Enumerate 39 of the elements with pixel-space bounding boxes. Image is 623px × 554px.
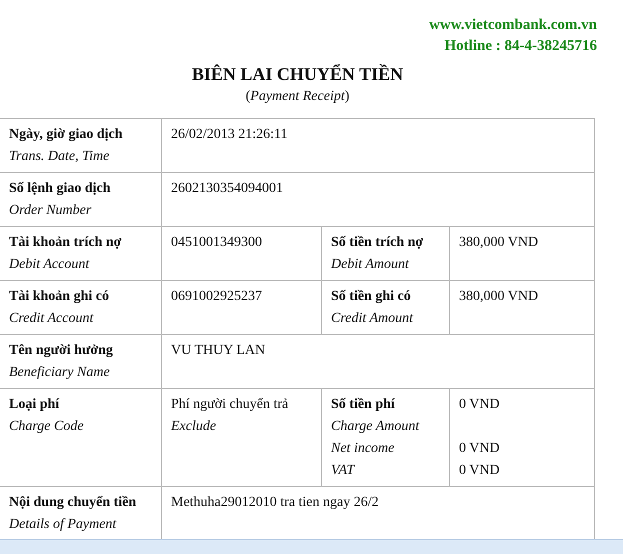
label-vi: Số lệnh giao dịch [9, 180, 112, 198]
value-text: 0451001349300 [171, 234, 263, 252]
label-vi: Loại phí [9, 396, 60, 414]
label-en: Charge Amount [331, 418, 420, 436]
label-en: VAT [331, 462, 356, 480]
value-text: 0691002925237 [171, 288, 263, 306]
label-vi: Số tiền phí [331, 396, 396, 414]
label-en: Charge Code [9, 418, 85, 436]
label-vi: Tên người hưởng [9, 342, 114, 360]
label-vi: Ngày, giờ giao dịch [9, 126, 124, 144]
label-en: Details of Payment [9, 516, 118, 534]
value-text: 380,000 VND [459, 234, 540, 252]
value-en: Exclude [171, 418, 218, 436]
label-en: Debit Account [9, 256, 90, 274]
value-text: Methuha29012010 tra tien ngay 26/2 [171, 494, 380, 512]
hotline-text: Hotline : 84-4-38245716 [444, 37, 597, 56]
label-en: Order Number [9, 202, 92, 220]
label-en: Credit Account [9, 310, 95, 328]
label-en: Net income [331, 440, 396, 458]
value-text: 2602130354094001 [171, 180, 284, 198]
label-vi: Tài khoản trích nợ [9, 234, 122, 252]
label-en: Credit Amount [331, 310, 414, 328]
label-en: Debit Amount [331, 256, 410, 274]
receipt-subtitle: (Payment Receipt) [244, 88, 350, 106]
label-en: Trans. Date, Time [9, 148, 110, 166]
label-en: Beneficiary Name [9, 364, 111, 382]
label-vi: Số tiền trích nợ [331, 234, 424, 252]
label-vi: Số tiền ghi có [331, 288, 412, 306]
value-text: Phí người chuyển trả [171, 396, 290, 414]
receipt-title: BIÊN LAI CHUYỂN TIỀN [190, 63, 404, 86]
value-text: 26/02/2013 21:26:11 [171, 126, 289, 144]
website-link[interactable]: www.vietcombank.com.vn [429, 15, 597, 36]
label-vi: Nội dung chuyển tiền [9, 494, 138, 512]
label-vi: Tài khoản ghi có [9, 288, 110, 306]
value-text: 0 VND [459, 440, 501, 458]
value-text: 0 VND [459, 462, 501, 480]
value-text: 380,000 VND [459, 288, 540, 306]
value-text: 0 VND [459, 396, 501, 414]
value-text: VU THUY LAN [171, 342, 266, 360]
